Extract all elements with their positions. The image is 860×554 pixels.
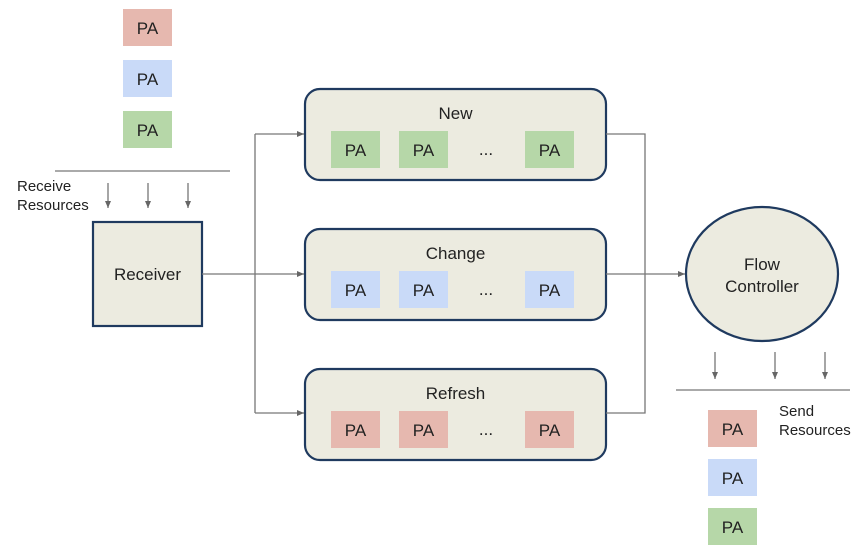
- output-packet-red: PA: [708, 410, 757, 447]
- queue-packet: PA: [525, 411, 574, 448]
- packet-label: PA: [539, 141, 561, 160]
- input-arrows: [105, 183, 191, 208]
- queue-title: New: [438, 104, 473, 123]
- packet-label: PA: [539, 421, 561, 440]
- packet-label: PA: [345, 141, 367, 160]
- input-packet-blue: PA: [123, 60, 172, 97]
- queue-ellipsis: ...: [479, 140, 493, 159]
- packet-label: PA: [539, 281, 561, 300]
- packet-label: PA: [413, 281, 435, 300]
- output-packet-blue: PA: [708, 459, 757, 496]
- output-packet-green: PA: [708, 508, 757, 545]
- packet-label: PA: [722, 469, 744, 488]
- queue-packet: PA: [525, 271, 574, 308]
- queue-packet: PA: [399, 411, 448, 448]
- receiver-to-queues-connectors: [202, 131, 304, 416]
- input-packets: PA PA PA: [123, 9, 172, 148]
- packet-label: PA: [345, 281, 367, 300]
- queue-packet: PA: [331, 131, 380, 168]
- queue-title: Change: [426, 244, 486, 263]
- input-packet-red: PA: [123, 9, 172, 46]
- queue-packet: PA: [525, 131, 574, 168]
- queue-packet: PA: [399, 271, 448, 308]
- queue-packet: PA: [331, 411, 380, 448]
- flow-controller-node: [684, 205, 840, 343]
- packet-label: PA: [722, 420, 744, 439]
- send-label-line2: Resources: [779, 422, 851, 439]
- queue-packet: PA: [399, 131, 448, 168]
- flow-controller-label-line1: Flow: [744, 255, 781, 274]
- output-packets: PA PA PA: [708, 410, 757, 545]
- queue-packet: PA: [331, 271, 380, 308]
- queue-title: Refresh: [426, 384, 486, 403]
- queue-refresh: Refresh PA PA PA...: [303, 367, 608, 462]
- packet-label: PA: [137, 19, 159, 38]
- queue-new: NewPA PA PA...: [303, 87, 608, 182]
- queues: NewPA PA PA...ChangePA PA PA...RefreshPA PA PA…: [303, 87, 608, 462]
- queues-to-controller-connectors: [606, 133, 685, 414]
- resource-flow-diagram: PAPAPA Receive Resources Receiver NewPA P…: [17, 9, 851, 545]
- packet-label: PA: [722, 518, 744, 537]
- queue-change: Change PA PA PA...: [303, 227, 608, 322]
- receive-label-line2: Resources: [17, 197, 89, 214]
- packet-label: PA: [345, 421, 367, 440]
- queue-ellipsis: ...: [479, 420, 493, 439]
- flow-controller-label-line2: Controller: [725, 277, 799, 296]
- packet-label: PA: [413, 141, 435, 160]
- send-label-line1: Send: [779, 403, 814, 420]
- receive-label-line1: Receive: [17, 178, 71, 195]
- queue-ellipsis: ...: [479, 280, 493, 299]
- input-packet-green: PA: [123, 111, 172, 148]
- packet-label: PA: [137, 70, 159, 89]
- packet-label: PA: [413, 421, 435, 440]
- packet-label: PA: [137, 121, 159, 140]
- output-arrows: [712, 352, 828, 379]
- receiver-label: Receiver: [114, 265, 181, 284]
